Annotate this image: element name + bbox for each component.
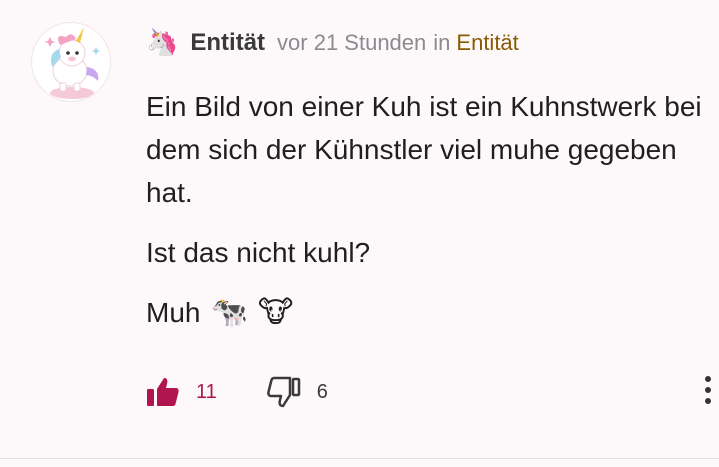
dot-icon <box>705 398 711 404</box>
downvote-count: 6 <box>316 380 328 403</box>
more-options-button[interactable] <box>700 376 716 412</box>
community-link[interactable]: Entität <box>456 30 518 56</box>
dot-icon <box>705 376 711 382</box>
thumbs-up-icon <box>147 378 179 406</box>
upvote-count: 11 <box>196 380 217 403</box>
vote-bar: 11 6 <box>146 372 328 412</box>
comment-paragraph: Ein Bild von einer Kuh ist ein Kuhnstwer… <box>146 91 702 208</box>
unicorn-avatar-icon <box>44 27 101 99</box>
cow-face-icon: 🐮 <box>257 295 294 330</box>
comment: 🦄 Entität vor 21 Stunden in Entität Ein … <box>0 0 719 467</box>
author-name[interactable]: Entität <box>190 29 265 57</box>
comment-last-line: Muh 🐄 🐮 <box>146 291 716 334</box>
timestamp: vor 21 Stunden <box>277 30 427 55</box>
unicorn-icon: 🦄 <box>146 28 179 58</box>
in-label: in <box>433 30 451 55</box>
dot-icon <box>705 387 711 393</box>
cow-icon: 🐄 <box>210 295 248 330</box>
comment-header: 🦄 Entität vor 21 Stunden in Entität <box>146 26 519 60</box>
downvote-button[interactable]: 6 <box>266 376 328 408</box>
comment-body: Ein Bild von einer Kuh ist ein Kuhnstwer… <box>146 85 716 351</box>
muh-text: Muh <box>146 297 201 328</box>
upvote-button[interactable]: 11 <box>146 376 217 408</box>
unicorn-avatar[interactable] <box>31 22 111 102</box>
divider <box>0 458 719 459</box>
comment-paragraph: Ist das nicht kuhl? <box>146 237 371 268</box>
thumbs-down-icon <box>266 376 301 408</box>
